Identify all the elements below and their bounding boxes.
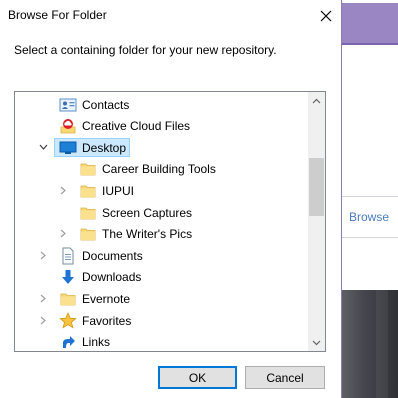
folder-icon [78,206,98,220]
links-icon [58,334,78,350]
contacts-icon [58,98,78,112]
tree-item-label: Creative Cloud Files [82,119,191,134]
tree-item-content[interactable]: Downloads [54,268,145,287]
scroll-thumb[interactable] [309,158,324,216]
chevron-right-icon[interactable] [58,185,68,195]
dialog-title: Browse For Folder [8,8,107,22]
browse-for-folder-dialog: Browse For Folder Select a containing fo… [0,0,342,398]
background-accent-line [342,43,398,45]
dialog-instruction: Select a containing folder for your new … [14,43,277,57]
tree-item-label: IUPUI [102,183,135,198]
scroll-down-button[interactable] [308,334,325,351]
tree-item-label: Screen Captures [102,205,193,220]
tree-item-content[interactable]: Desktop [54,138,131,158]
chevron-right-icon[interactable] [58,229,68,239]
scroll-up-button[interactable] [308,92,325,109]
tree-item-label: Links [82,335,111,350]
chevron-right-icon[interactable] [38,250,48,260]
tree-item[interactable]: Links [15,332,307,351]
tree-item[interactable]: Contacts [15,94,307,115]
tree-item-content[interactable]: Documents [54,246,147,265]
tree-item-label: Downloads [82,270,142,285]
tree-item-label: The Writer's Pics [102,227,193,242]
documents-icon [58,247,78,265]
tree-item[interactable]: The Writer's Pics [15,224,307,245]
tree-item[interactable]: Career Building Tools [15,159,307,180]
tree-item-content[interactable]: The Writer's Pics [74,225,196,244]
tree-item-label: Contacts [82,97,130,112]
folder-icon [78,184,98,198]
tree-item-content[interactable]: Links [54,333,114,351]
tree-item-content[interactable]: Favorites [54,311,135,330]
folder-icon [78,162,98,176]
tree-item[interactable]: Evernote [15,288,307,309]
tree-item-content[interactable]: Career Building Tools [74,160,220,179]
tree-item-content[interactable]: IUPUI [74,181,138,200]
chevron-down-icon[interactable] [38,142,48,152]
folder-tree[interactable]: Contacts Creative Cloud Files Desktop Caree… [14,91,326,352]
favorites-icon [58,312,78,329]
close-icon [320,10,331,21]
close-button[interactable] [310,0,341,31]
cancel-button[interactable]: Cancel [245,366,325,389]
background-app-window: Browse [342,0,398,398]
tree-item-content[interactable]: Evernote [54,289,134,308]
tree-item-content[interactable]: Screen Captures [74,203,196,222]
tree-item[interactable]: IUPUI [15,180,307,201]
tree-item[interactable]: Documents [15,245,307,266]
background-dark-panel [342,290,398,398]
chevron-up-icon [312,98,321,103]
tree-item[interactable]: Creative Cloud Files [15,116,307,137]
folder-icon [58,292,78,306]
background-top-edge [342,0,398,3]
chevron-down-icon [312,340,321,345]
dialog-titlebar[interactable]: Browse For Folder [0,0,341,31]
tree-item-content[interactable]: Contacts [54,95,133,114]
tree-scrollbar[interactable] [308,92,325,351]
tree-item-content[interactable]: Creative Cloud Files [54,117,194,136]
ok-button[interactable]: OK [158,366,237,389]
tree-item-label: Desktop [82,140,127,155]
tree-item-label: Documents [82,248,143,263]
chevron-right-icon[interactable] [38,315,48,325]
background-browse-link[interactable]: Browse [349,210,389,224]
folder-icon [78,227,98,241]
tree-item-label: Career Building Tools [102,162,216,177]
background-header [342,0,398,43]
creative-cloud-icon [58,118,78,134]
tree-item[interactable]: Favorites [15,310,307,331]
tree-item[interactable]: Downloads [15,267,307,288]
desktop-icon [58,141,78,155]
tree-item-label: Evernote [82,291,131,306]
tree-item[interactable]: Screen Captures [15,202,307,223]
downloads-icon [58,269,78,285]
chevron-right-icon[interactable] [38,293,48,303]
tree-item-label: Favorites [82,313,132,328]
tree-item[interactable]: Desktop [15,137,307,158]
